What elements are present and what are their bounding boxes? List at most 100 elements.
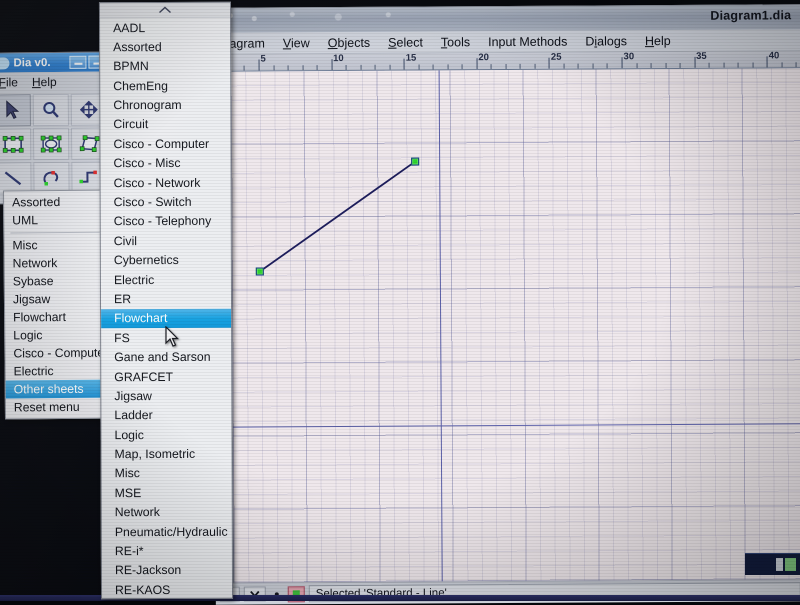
ruler-minor-tick	[665, 63, 666, 68]
submenu-item-circuit[interactable]: Circuit	[100, 115, 230, 135]
submenu-item-cisco-network[interactable]: Cisco - Network	[101, 173, 231, 193]
ruler-tick-label: 35	[696, 51, 707, 62]
mouse-pointer-icon	[165, 326, 180, 353]
sheet-menu-item-label: Other sheets	[14, 382, 84, 397]
submenu-item-bpmn[interactable]: BPMN	[100, 57, 230, 77]
submenu-item-ladder[interactable]: Ladder	[101, 406, 231, 426]
ruler-minor-tick	[578, 64, 579, 69]
submenu-item-civil[interactable]: Civil	[101, 231, 231, 251]
ruler-major-tick	[622, 57, 623, 68]
ruler-minor-tick	[302, 65, 303, 70]
submenu-item-cisco-misc[interactable]: Cisco - Misc	[100, 154, 230, 174]
minimize-button[interactable]	[69, 56, 86, 69]
standard-line-object[interactable]	[259, 162, 416, 272]
tray-icon-b[interactable]	[785, 558, 796, 571]
ruler-minor-tick	[520, 64, 521, 69]
sheet-menu-item-label: Jigsaw	[13, 292, 50, 306]
submenu-item-chronogram[interactable]: Chronogram	[100, 95, 230, 115]
ruler-minor-tick	[680, 63, 681, 68]
ruler-minor-tick	[273, 65, 274, 70]
menu-help[interactable]: Help	[636, 32, 680, 48]
ruler-minor-tick	[505, 64, 506, 69]
menu-objects[interactable]: Objects	[319, 34, 379, 50]
toolbox-menu-help-rest: elp	[41, 75, 57, 89]
line-object-layer	[231, 68, 800, 582]
magnifier-icon[interactable]	[33, 94, 69, 126]
submenu-item-cybernetics[interactable]: Cybernetics	[101, 250, 231, 270]
ruler-minor-tick	[752, 62, 753, 67]
submenu-item-network[interactable]: Network	[102, 503, 232, 523]
toolbox-menu-help[interactable]: Help	[32, 75, 57, 89]
toolbox-titlebar[interactable]: Dia v0.	[0, 52, 109, 72]
modify-tool[interactable]	[0, 94, 31, 126]
ruler-tick-label: 20	[478, 52, 489, 63]
ruler-major-tick	[476, 58, 477, 69]
submenu-item-cisco-telephony[interactable]: Cisco - Telephony	[101, 212, 231, 232]
ruler-tick-label: 15	[406, 53, 417, 64]
ruler-minor-tick	[723, 63, 724, 68]
ruler-minor-tick	[244, 66, 245, 71]
submenu-item-re-i[interactable]: RE-i*	[102, 541, 232, 561]
toolbox-menu-file[interactable]: File	[0, 75, 18, 89]
toolbox-window-title: Dia v0.	[13, 56, 67, 68]
ruler-minor-tick	[563, 64, 564, 69]
taskbar-tray[interactable]	[745, 553, 800, 575]
resize-handle-icon[interactable]	[256, 267, 264, 275]
submenu-item-pneumatic-hydraulic[interactable]: Pneumatic/Hydraulic	[102, 522, 232, 542]
ruler-minor-tick	[781, 62, 782, 67]
sheet-menu-item-label: Cisco - Computer	[13, 346, 108, 361]
submenu-item-misc[interactable]: Misc	[102, 464, 232, 484]
menu-select[interactable]: Select	[379, 34, 432, 50]
rectangle-icon[interactable]	[0, 128, 31, 160]
menu-view[interactable]: View	[274, 35, 319, 51]
sheet-menu-item-label: Sybase	[13, 274, 54, 288]
diagram-window-title: Diagram1.dia	[710, 8, 791, 22]
diagram-canvas[interactable]	[231, 68, 800, 582]
submenu-item-re-jackson[interactable]: RE-Jackson	[102, 561, 232, 581]
menu-objects-rest: bjects	[337, 35, 370, 49]
ruler-minor-tick	[360, 65, 361, 70]
ruler-minor-tick	[607, 63, 608, 68]
menu-dialogs[interactable]: Dialogs	[576, 33, 636, 49]
menu-dialogs-rest: alogs	[597, 34, 627, 48]
ruler-minor-tick	[375, 65, 376, 70]
ruler-tick-label: 30	[623, 51, 634, 62]
sheet-menu-item-label: Electric	[14, 364, 54, 378]
ruler-major-tick	[331, 59, 332, 70]
ruler-minor-tick	[418, 65, 419, 70]
submenu-item-jigsaw[interactable]: Jigsaw	[101, 386, 231, 406]
submenu-item-cisco-switch[interactable]: Cisco - Switch	[101, 192, 231, 212]
tray-icon-a[interactable]	[776, 558, 783, 571]
sheet-menu-item-label: UML	[12, 213, 38, 227]
chevron-up-icon[interactable]	[100, 3, 230, 18]
menu-select-rest: elect	[396, 35, 422, 49]
submenu-item-er[interactable]: ER	[101, 289, 231, 309]
menu-tools[interactable]: Tools	[432, 34, 479, 50]
toolbox-window: Dia v0. File Help	[0, 51, 111, 204]
sheet-menu-item-label: Misc	[12, 238, 37, 252]
submenu-item-re-kaos[interactable]: RE-KAOS	[102, 580, 232, 599]
ruler-minor-tick	[346, 65, 347, 70]
ruler-minor-tick	[534, 64, 535, 69]
ruler-minor-tick	[447, 64, 448, 69]
submenu-item-aadl[interactable]: AADL	[100, 18, 230, 38]
submenu-item-cisco-computer[interactable]: Cisco - Computer	[100, 134, 230, 154]
submenu-item-logic[interactable]: Logic	[101, 425, 231, 445]
submenu-item-assorted[interactable]: Assorted	[100, 37, 230, 57]
toolbox-menubar[interactable]: File Help	[0, 71, 109, 92]
titlebar-glare	[218, 9, 438, 22]
menu-input-methods[interactable]: Input Methods	[479, 33, 576, 50]
submenu-item-chemeng[interactable]: ChemEng	[100, 76, 230, 96]
submenu-item-electric[interactable]: Electric	[101, 270, 231, 290]
tool-palette	[0, 91, 110, 196]
resize-handle-icon[interactable]	[411, 158, 419, 166]
submenu-item-grafcet[interactable]: GRAFCET	[101, 367, 231, 387]
dia-logo-icon	[0, 57, 9, 69]
ruler-minor-tick	[317, 65, 318, 70]
ruler-minor-tick	[796, 62, 797, 67]
ellipse-in-box-icon[interactable]	[33, 128, 69, 160]
submenu-item-map-isometric[interactable]: Map, Isometric	[102, 444, 232, 464]
submenu-item-mse[interactable]: MSE	[102, 483, 232, 503]
diagram-titlebar[interactable]: Diagram1.dia	[212, 5, 800, 33]
menu-help-rest: elp	[654, 34, 671, 48]
